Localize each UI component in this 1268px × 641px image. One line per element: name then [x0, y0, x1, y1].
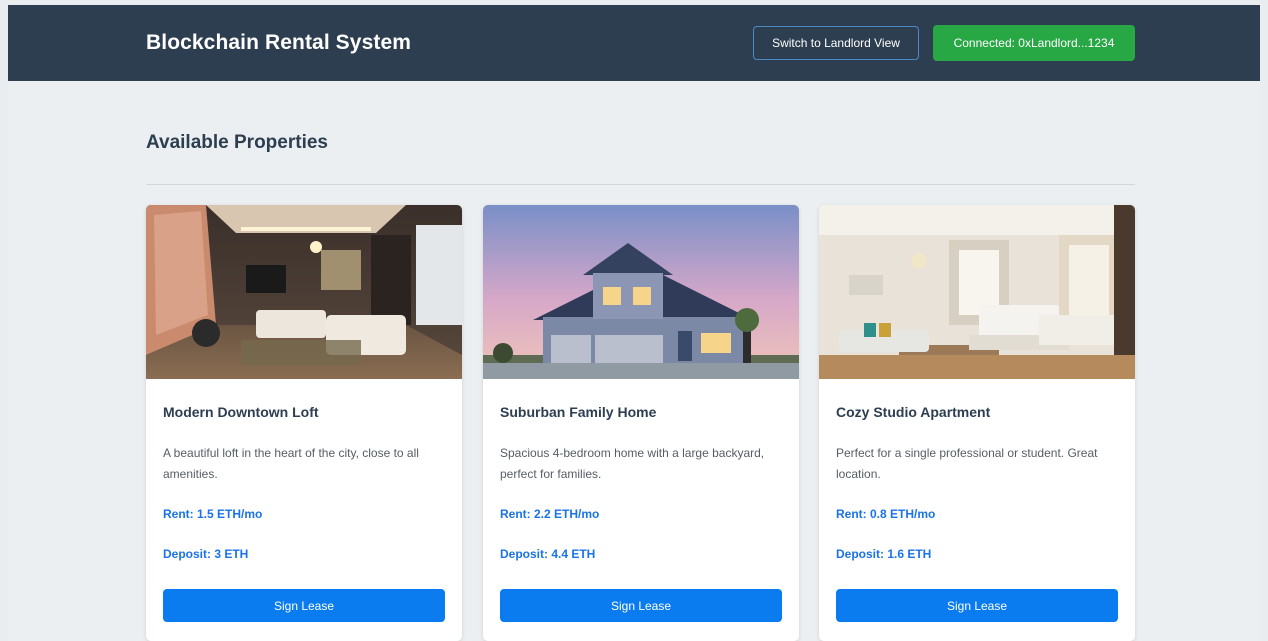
property-card-suburban-family-home: Suburban Family Home Spacious 4-bedroom … — [483, 205, 799, 641]
navbar: Blockchain Rental System Switch to Landl… — [8, 5, 1260, 81]
property-title: Suburban Family Home — [500, 404, 657, 420]
sign-lease-button[interactable]: Sign Lease — [836, 589, 1118, 622]
switch-to-landlord-view-button[interactable]: Switch to Landlord View — [753, 26, 919, 60]
property-card-cozy-studio-apartment: Cozy Studio Apartment Perfect for a sing… — [819, 205, 1135, 641]
page-title: Available Properties — [146, 132, 328, 153]
property-title: Cozy Studio Apartment — [836, 404, 991, 420]
property-card-modern-downtown-loft: Modern Downtown Loft A beautiful loft in… — [146, 205, 462, 641]
property-deposit: Deposit: 3 ETH — [163, 547, 249, 561]
property-rent: Rent: 1.5 ETH/mo — [163, 507, 263, 521]
app-window: Blockchain Rental System Switch to Landl… — [8, 5, 1260, 641]
property-rent: Rent: 0.8 ETH/mo — [836, 507, 936, 521]
house-exterior-photo — [483, 205, 799, 379]
living-room-photo — [146, 205, 462, 379]
brand-title: Blockchain Rental System — [146, 31, 411, 54]
property-deposit: Deposit: 4.4 ETH — [500, 547, 596, 561]
divider — [146, 184, 1135, 185]
property-description: A beautiful loft in the heart of the cit… — [163, 446, 419, 481]
property-description: Perfect for a single professional or stu… — [836, 446, 1098, 481]
sign-lease-button[interactable]: Sign Lease — [163, 589, 445, 622]
studio-bedroom-photo — [819, 205, 1135, 379]
property-rent: Rent: 2.2 ETH/mo — [500, 507, 600, 521]
property-deposit: Deposit: 1.6 ETH — [836, 547, 932, 561]
connection-status-badge[interactable]: Connected: 0xLandlord...1234 — [933, 25, 1135, 61]
property-title: Modern Downtown Loft — [163, 404, 319, 420]
property-description: Spacious 4-bedroom home with a large bac… — [500, 446, 765, 481]
sign-lease-button[interactable]: Sign Lease — [500, 589, 782, 622]
